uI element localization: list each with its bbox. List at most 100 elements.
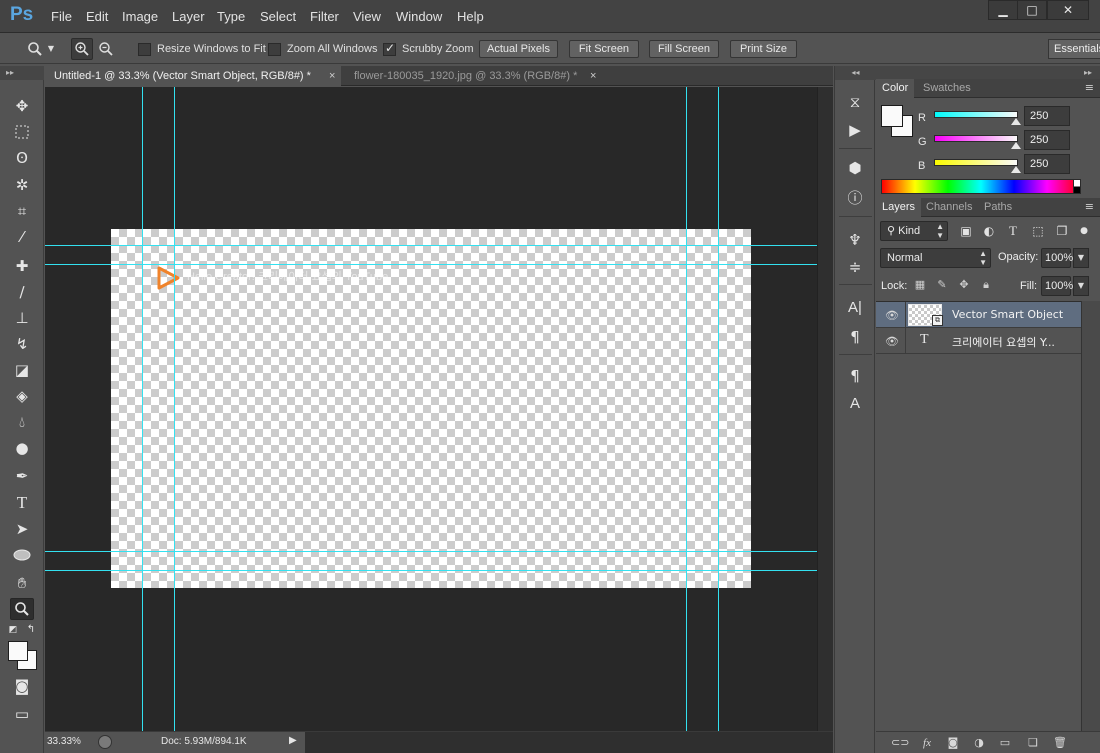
blue-value-input[interactable]: 250 [1024, 154, 1070, 174]
info-panel-icon[interactable]: ⓘ [844, 187, 866, 209]
black-white-ramp[interactable] [1073, 179, 1081, 194]
character-styles-icon[interactable]: A [844, 393, 866, 415]
eraser-tool-icon[interactable]: ◪ [10, 359, 34, 381]
menu-file[interactable]: File [51, 9, 72, 24]
dodge-tool-icon[interactable]: ● [10, 437, 34, 459]
brush-tool-icon[interactable]: ∕ [10, 281, 34, 303]
clone-stamp-icon[interactable]: ⊥ [10, 307, 34, 329]
green-thumb[interactable] [1011, 142, 1022, 149]
type-tool-icon[interactable]: T [10, 492, 34, 514]
menu-filter[interactable]: Filter [310, 9, 339, 24]
filter-shape-icon[interactable]: ⬚ [1029, 222, 1047, 240]
zoom-in-icon[interactable] [71, 38, 93, 60]
panel-collapse-icon[interactable]: ▸▸ [876, 66, 1100, 80]
3d-panel-icon[interactable]: ⬢ [844, 157, 866, 179]
green-value-input[interactable]: 250 [1024, 130, 1070, 150]
brush-presets-icon[interactable]: ♆ [844, 229, 866, 251]
chevron-down-icon[interactable]: ▼ [1073, 248, 1089, 268]
new-group-icon[interactable]: ▭ [997, 735, 1013, 751]
panel-menu-icon[interactable]: ≡ [1085, 81, 1094, 94]
lasso-tool-icon[interactable]: ʘ [10, 147, 34, 169]
lock-transparent-icon[interactable]: ▦ [912, 277, 928, 293]
panel-collapse-icon[interactable]: ▸▸ [0, 66, 44, 80]
zoom-level[interactable]: 33.33% [47, 736, 81, 747]
checkbox-box[interactable] [268, 42, 281, 56]
layer-effects-icon[interactable]: fx [919, 735, 935, 751]
adjustments-panel-icon[interactable]: ≑ [844, 256, 866, 278]
blue-track[interactable] [934, 159, 1018, 166]
history-brush-icon[interactable]: ↯ [10, 333, 34, 355]
blue-thumb[interactable] [1011, 166, 1022, 173]
paragraph-styles-icon[interactable]: ¶ [844, 365, 866, 387]
character-panel-icon[interactable]: A| [844, 297, 866, 319]
filter-adjustment-icon[interactable]: ◐ [980, 222, 998, 240]
green-track[interactable] [934, 135, 1018, 142]
fill-input[interactable]: 100% [1041, 276, 1073, 296]
trash-icon[interactable]: 🗑︎ [1052, 735, 1068, 751]
canvas-area[interactable]: Hello Creator! 크리에이터 요셉의 YouTube [45, 87, 817, 731]
layer-filter-kind[interactable]: ⚲ Kind ▲ ▼ [880, 221, 948, 241]
quick-mask-icon[interactable]: ◙ [10, 675, 34, 697]
maximize-button[interactable]: □ [1017, 0, 1047, 20]
move-tool-icon[interactable]: ✥ [10, 95, 34, 117]
opacity-input[interactable]: 100% [1041, 248, 1073, 268]
chevron-down-icon[interactable]: ▼ [45, 38, 57, 60]
chevron-down-icon[interactable]: ▼ [1073, 276, 1089, 296]
status-menu-arrow-icon[interactable]: ▶ [289, 735, 297, 746]
close-icon[interactable]: × [590, 66, 596, 86]
zoom-all-windows-checkbox[interactable]: Zoom All Windows [268, 41, 377, 57]
filter-toggle-icon[interactable]: ● [1077, 222, 1091, 240]
link-layers-icon[interactable]: ⊂⊃ [891, 735, 909, 751]
blur-tool-icon[interactable]: 💧︎ [10, 411, 34, 433]
healing-brush-icon[interactable]: ✚ [10, 255, 34, 277]
tab-channels[interactable]: Channels [920, 198, 978, 217]
lock-pixels-icon[interactable]: ✎ [934, 277, 950, 293]
tab-swatches[interactable]: Swatches [917, 79, 977, 98]
hand-tool-icon[interactable]: ✋︎ [10, 572, 34, 594]
blue-slider[interactable]: B 250 [918, 154, 1098, 177]
menu-view[interactable]: View [353, 9, 381, 24]
scrubby-zoom-checkbox[interactable]: Scrubby Zoom [383, 41, 474, 57]
lock-position-icon[interactable]: ✥ [956, 277, 972, 293]
color-spectrum[interactable] [881, 179, 1081, 194]
red-thumb[interactable] [1011, 118, 1022, 125]
minimize-button[interactable]: ▁ [988, 0, 1018, 20]
panel-collapse-icon[interactable]: ◂◂ [835, 66, 876, 80]
fill-screen-button[interactable]: Fill Screen [649, 40, 719, 58]
new-layer-icon[interactable]: ❏ [1025, 735, 1041, 751]
close-button[interactable]: ✕ [1047, 0, 1089, 20]
fit-screen-button[interactable]: Fit Screen [569, 40, 639, 58]
zoom-tool-icon[interactable] [10, 598, 34, 620]
foreground-color-swatch[interactable] [881, 105, 903, 127]
marquee-tool-icon[interactable] [10, 121, 34, 143]
checkbox-box-checked[interactable] [383, 41, 396, 56]
tab-color[interactable]: Color [876, 79, 915, 98]
zoom-out-icon[interactable] [95, 38, 117, 60]
layer-row[interactable]: 👁︎ ⧉ Vector Smart Object [876, 302, 1081, 328]
history-panel-icon[interactable]: ⧖ [844, 91, 866, 113]
zoom-tool-preset-icon[interactable] [24, 38, 46, 60]
tab-untitled-1[interactable]: Untitled-1 @ 33.3% (Vector Smart Object,… [45, 66, 341, 86]
vertical-scrollbar[interactable] [817, 87, 833, 731]
ellipse-tool-icon[interactable] [10, 544, 34, 566]
magic-wand-icon[interactable]: ✲ [10, 174, 34, 196]
paragraph-panel-icon[interactable]: ¶ [844, 326, 866, 348]
red-value-input[interactable]: 250 [1024, 106, 1070, 126]
horizontal-scrollbar[interactable] [305, 732, 833, 753]
actions-panel-icon[interactable]: ▶ [844, 119, 866, 141]
close-icon[interactable]: × [329, 66, 335, 86]
adjustment-layer-icon[interactable]: ◑ [971, 735, 987, 751]
workspace-switcher[interactable]: Essentials [1048, 39, 1100, 59]
menu-window[interactable]: Window [396, 9, 442, 24]
print-size-button[interactable]: Print Size [730, 40, 797, 58]
path-selection-icon[interactable]: ➤ [10, 518, 34, 540]
crop-tool-icon[interactable]: ⌗ [10, 200, 34, 222]
screen-mode-icon[interactable]: ▭ [10, 703, 34, 725]
panel-menu-icon[interactable]: ≡ [1085, 200, 1094, 213]
eye-icon[interactable]: 👁︎ [885, 309, 899, 322]
menu-image[interactable]: Image [122, 9, 158, 24]
tab-paths[interactable]: Paths [978, 198, 1018, 217]
menu-type[interactable]: Type [217, 9, 245, 24]
paint-bucket-icon[interactable]: ◈ [10, 385, 34, 407]
filter-pixel-icon[interactable]: ▣ [957, 222, 975, 240]
